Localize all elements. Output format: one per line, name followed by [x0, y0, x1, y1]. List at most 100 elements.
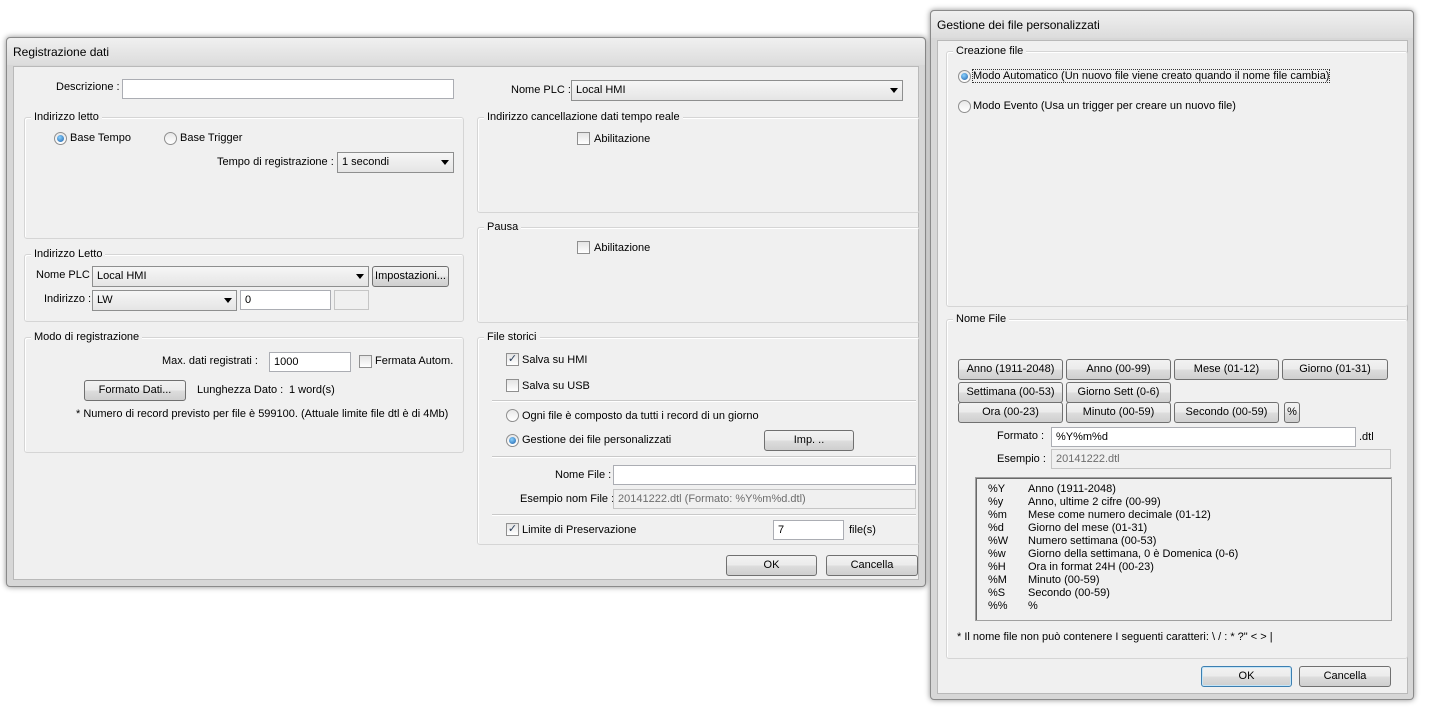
max-dati-input[interactable]: 1000 [269, 352, 351, 372]
pausa-group-label: Pausa [484, 221, 522, 233]
formato-dati-button[interactable]: Formato Dati... [84, 380, 186, 401]
legend-desc: Numero settimana (00-53) [1028, 535, 1157, 547]
settimana-button[interactable]: Settimana (00-53) [958, 382, 1063, 403]
cancellazione-abilitazione-label[interactable]: Abilitazione [594, 133, 650, 145]
indirizzo-letto2-group-label: Indirizzo Letto [31, 248, 106, 260]
chevron-down-icon [890, 88, 898, 93]
cancel-button[interactable]: Cancella [826, 555, 918, 576]
salva-usb-label[interactable]: Salva su USB [522, 380, 590, 392]
giorno-sett-button[interactable]: Giorno Sett (0-6) [1066, 382, 1171, 403]
anno-4-button[interactable]: Anno (1911-2048) [958, 359, 1063, 380]
limite-preservazione-input[interactable]: 7 [773, 520, 844, 540]
salva-hmi-label[interactable]: Salva su HMI [522, 354, 587, 366]
cancellazione-abilitazione-checkbox[interactable] [577, 132, 590, 145]
indirizzo-label: Indirizzo : [44, 293, 92, 305]
legend-row: %Y Anno (1911-2048) [988, 483, 1116, 495]
modo-evento-radio[interactable] [958, 100, 971, 113]
descrizione-input[interactable] [122, 79, 454, 99]
legend-row: %W Numero settimana (00-53) [988, 535, 1156, 547]
nome-file-group: Nome File Anno (1911-2048) Anno (00-99) … [946, 313, 1408, 659]
gestione-cancel-button[interactable]: Cancella [1299, 666, 1391, 687]
gestione-client: Creazione file Modo Automatico (Un nuovo… [937, 40, 1408, 694]
modo-registrazione-group: Modo di registrazione Max. dati registra… [24, 331, 464, 453]
chevron-down-icon [441, 160, 449, 165]
indirizzo-letto2-plc-select[interactable]: Local HMI [92, 266, 369, 287]
limite-preservazione-checkbox[interactable]: ✓ [506, 523, 519, 536]
salva-hmi-checkbox[interactable]: ✓ [506, 353, 519, 366]
chevron-down-icon [356, 274, 364, 279]
cancellazione-group: Indirizzo cancellazione dati tempo reale… [477, 111, 920, 213]
registrazione-title-bar[interactable]: Registrazione dati [7, 38, 925, 65]
nome-plc-select[interactable]: Local HMI [571, 80, 903, 101]
registrazione-client: Descrizione : Nome PLC : Local HMI Indir… [13, 66, 920, 580]
esempio-nome-file-label: Esempio nom File : [520, 493, 615, 505]
esempio-label: Esempio : [997, 453, 1046, 465]
pausa-abilitazione-label[interactable]: Abilitazione [594, 242, 650, 254]
fermata-autom-label[interactable]: Fermata Autom. [375, 355, 453, 367]
ogni-file-label[interactable]: Ogni file è composto da tutti i record d… [522, 410, 759, 422]
gestione-file-radio[interactable] [506, 434, 519, 447]
base-tempo-radio[interactable] [54, 132, 67, 145]
ora-button[interactable]: Ora (00-23) [958, 402, 1063, 423]
legend-desc: Anno, ultime 2 cifre (00-99) [1028, 496, 1161, 508]
chevron-down-icon [224, 298, 232, 303]
legend-row: %S Secondo (00-59) [988, 587, 1110, 599]
tempo-registrazione-select[interactable]: 1 secondi [337, 152, 454, 173]
cancellazione-group-label: Indirizzo cancellazione dati tempo reale [484, 111, 683, 123]
creazione-file-group-label: Creazione file [953, 45, 1027, 57]
giorno-button[interactable]: Giorno (01-31) [1282, 359, 1388, 380]
minuto-button[interactable]: Minuto (00-59) [1066, 402, 1171, 423]
file-storici-divider [492, 400, 916, 402]
indirizzo-type-select[interactable]: LW [92, 290, 237, 311]
secondo-button[interactable]: Secondo (00-59) [1174, 402, 1279, 423]
legend-row: %M Minuto (00-59) [988, 574, 1100, 586]
indirizzo-letto-group-label: Indirizzo letto [31, 111, 102, 123]
limite-preservazione-label[interactable]: Limite di Preservazione [522, 524, 636, 536]
formato-input[interactable]: %Y%m%d [1051, 427, 1356, 447]
pausa-group: Pausa Abilitazione [477, 221, 920, 323]
ok-button[interactable]: OK [726, 555, 817, 576]
gestione-file-label[interactable]: Gestione dei file personalizzati [522, 434, 671, 446]
indirizzo-letto2-plc-value: Local HMI [97, 270, 147, 282]
legend-code: %W [988, 535, 1009, 547]
file-storici-divider-2 [492, 456, 916, 458]
base-tempo-label[interactable]: Base Tempo [70, 132, 131, 144]
base-trigger-radio[interactable] [164, 132, 177, 145]
base-trigger-label[interactable]: Base Trigger [180, 132, 242, 144]
gestione-title: Gestione dei file personalizzati [937, 18, 1100, 32]
pausa-abilitazione-checkbox[interactable] [577, 241, 590, 254]
impostazioni-button[interactable]: Impostazioni... [372, 266, 449, 287]
modo-automatico-radio[interactable] [958, 70, 971, 83]
indirizzo-input[interactable]: 0 [240, 290, 331, 310]
record-note: * Numero di record previsto per file è 5… [76, 408, 449, 420]
legend-row: %d Giorno del mese (01-31) [988, 522, 1147, 534]
mese-button[interactable]: Mese (01-12) [1174, 359, 1279, 380]
legend-desc: Secondo (00-59) [1028, 587, 1110, 599]
ogni-file-radio[interactable] [506, 409, 519, 422]
formato-ext-label: .dtl [1359, 431, 1374, 443]
limite-unit-label: file(s) [849, 524, 876, 536]
legend-code: %% [988, 600, 1008, 612]
max-dati-label: Max. dati registrati : [162, 355, 258, 367]
legend-code: %d [988, 522, 1004, 534]
legend-code: %H [988, 561, 1006, 573]
gestione-ok-button[interactable]: OK [1201, 666, 1292, 687]
file-storici-group: File storici ✓ Salva su HMI Salva su USB… [477, 331, 920, 545]
legend-desc: Minuto (00-59) [1028, 574, 1100, 586]
legend-desc: Anno (1911-2048) [1028, 483, 1116, 495]
legend-desc: Mese come numero decimale (01-12) [1028, 509, 1211, 521]
gestione-title-bar[interactable]: Gestione dei file personalizzati [931, 11, 1413, 38]
registrazione-title: Registrazione dati [13, 45, 110, 59]
modo-evento-label[interactable]: Modo Evento (Usa un trigger per creare u… [973, 100, 1236, 112]
anno-2-button[interactable]: Anno (00-99) [1066, 359, 1171, 380]
fermata-autom-checkbox[interactable] [359, 355, 372, 368]
legend-desc: % [1028, 600, 1038, 612]
modo-automatico-label[interactable]: Modo Automatico (Un nuovo file viene cre… [971, 69, 1331, 83]
salva-usb-checkbox[interactable] [506, 379, 519, 392]
nome-file-input[interactable] [613, 465, 916, 485]
indirizzo-letto-group: Indirizzo letto Base Tempo Base Trigger … [24, 111, 464, 239]
percent-button[interactable]: % [1284, 402, 1300, 423]
legend-row: %%% [988, 600, 1038, 612]
imp-button[interactable]: Imp. .. [764, 430, 854, 451]
esempio-nome-file-field: 20141222.dtl (Formato: %Y%m%d.dtl) [613, 489, 916, 509]
